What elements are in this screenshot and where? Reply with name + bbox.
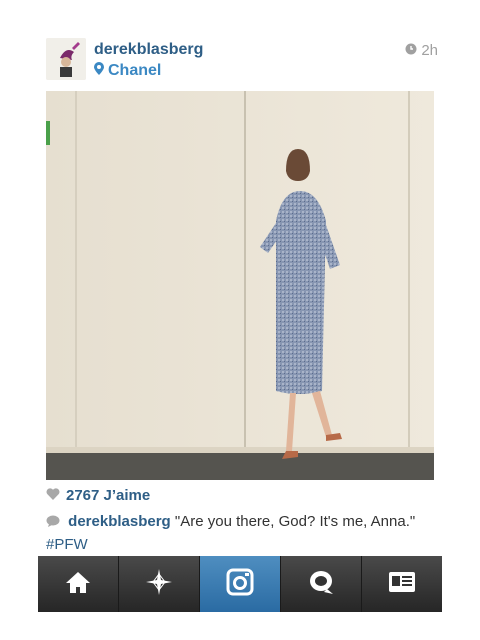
profile-card-icon	[388, 571, 416, 598]
tab-explore[interactable]	[119, 556, 200, 612]
tab-bar	[38, 556, 442, 612]
home-icon	[65, 570, 91, 599]
post-photo[interactable]	[46, 91, 434, 480]
camera-icon	[226, 568, 254, 601]
tab-news[interactable]	[281, 556, 362, 612]
tab-camera[interactable]	[200, 556, 281, 612]
explore-star-icon	[145, 568, 173, 601]
post-username[interactable]: derekblasberg	[94, 41, 203, 59]
pin-icon	[94, 62, 104, 80]
post-time: 2h	[405, 42, 438, 59]
caption-text: "Are you there, God? It's me, Anna."	[174, 513, 416, 530]
news-speech-icon	[307, 569, 335, 600]
tab-profile[interactable]	[362, 556, 442, 612]
location-label: Chanel	[108, 62, 162, 79]
clock-icon	[405, 42, 417, 59]
user-avatar[interactable]	[46, 38, 86, 80]
caption-hashtag[interactable]: #PFW	[46, 536, 88, 553]
post-location[interactable]: Chanel	[94, 62, 161, 80]
post-header: derekblasberg Chanel 2h	[46, 38, 438, 82]
tab-home[interactable]	[38, 556, 119, 612]
time-label: 2h	[421, 42, 438, 59]
caption: derekblasberg "Are you there, God? It's …	[46, 511, 446, 556]
likes-count: 2767 J’aime	[66, 487, 151, 504]
comment-icon	[46, 512, 60, 534]
heart-icon	[46, 487, 60, 504]
caption-username[interactable]: derekblasberg	[68, 513, 171, 530]
likes-row[interactable]: 2767 J’aime	[46, 487, 150, 504]
